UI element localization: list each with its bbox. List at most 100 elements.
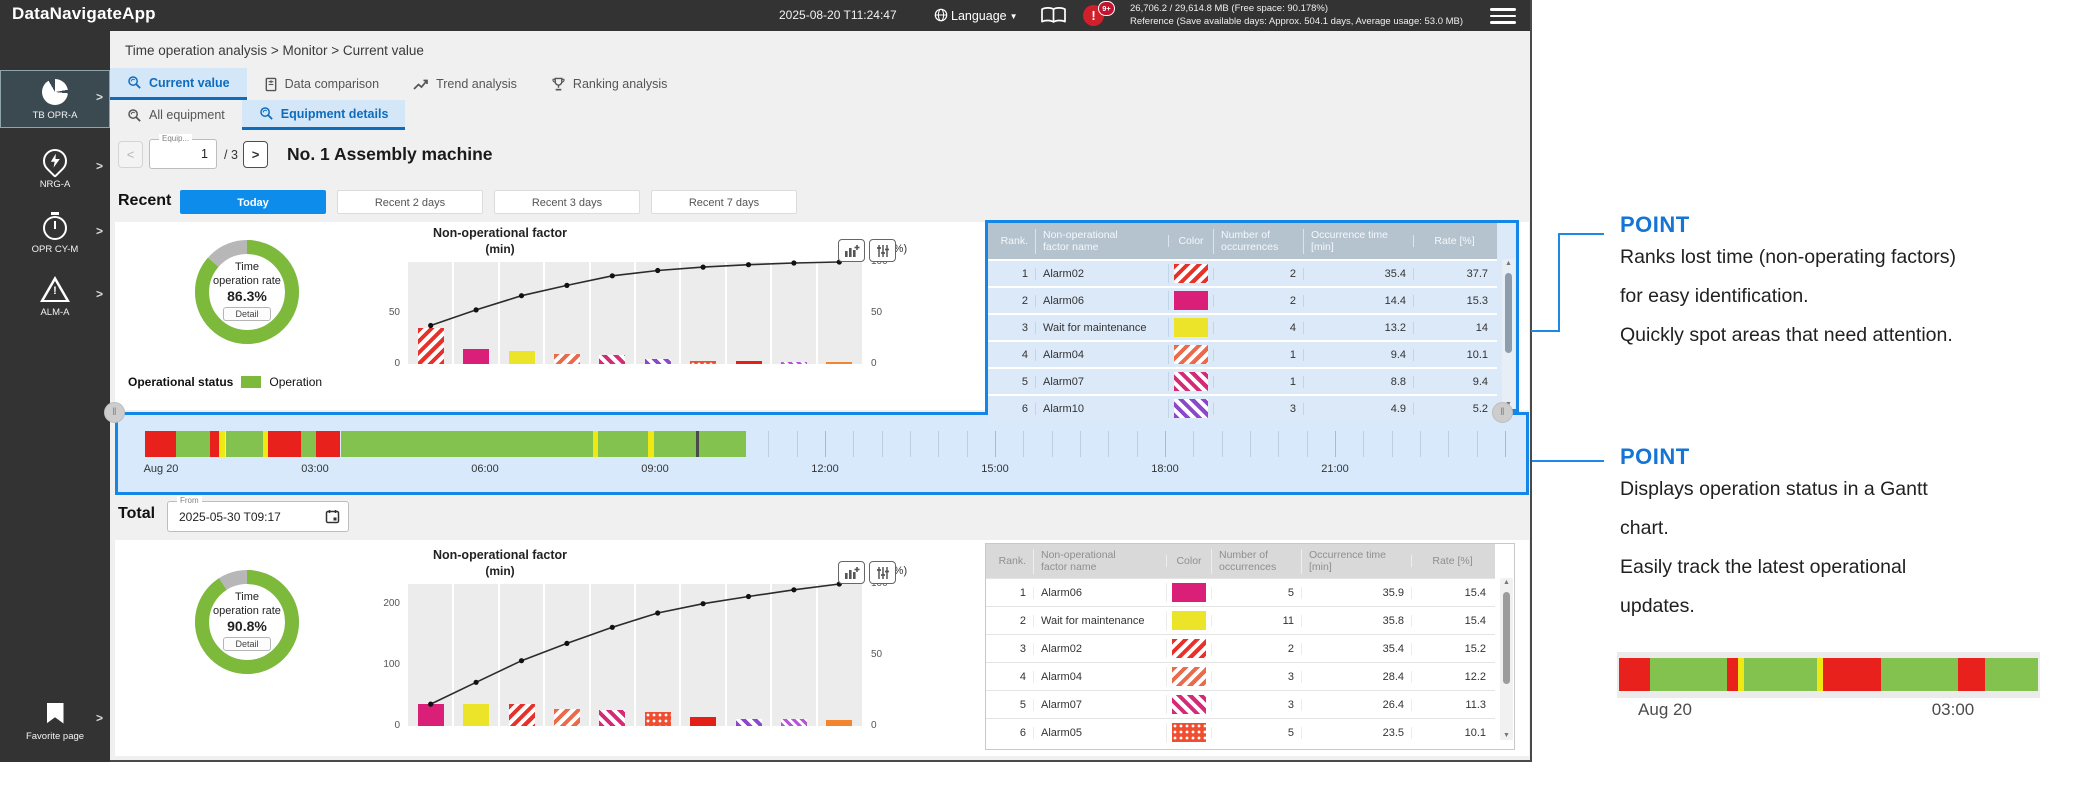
chevron-right-icon: > (96, 711, 103, 725)
equipment-next-button[interactable]: > (243, 141, 268, 168)
manual-book-icon[interactable] (1040, 6, 1067, 30)
table-scrollbar[interactable]: ▲ ▼ (1502, 259, 1515, 409)
range-button-today[interactable]: Today (180, 190, 326, 214)
gantt-segment-alarm[interactable] (268, 431, 301, 457)
hamburger-menu-icon[interactable] (1490, 8, 1516, 28)
notification-alert[interactable]: ! 9+ (1083, 4, 1121, 28)
search-icon (127, 108, 142, 123)
recent-table-row[interactable]: 2Alarm06214.415.3 (988, 286, 1497, 313)
add-chart-button[interactable] (838, 239, 865, 262)
sidebar-item-alm-a[interactable]: !ALM-A> (0, 267, 110, 325)
mini-gantt-segment-alarm (1727, 658, 1738, 691)
gantt-segment-op[interactable] (176, 431, 210, 457)
gantt-chart-panel[interactable]: Aug 2003:0006:0009:0012:0015:0018:0021:0… (115, 412, 1529, 495)
rank-cell: 2 (986, 615, 1033, 627)
calendar-icon[interactable] (325, 509, 340, 529)
scroll-thumb[interactable] (1503, 592, 1510, 684)
gantt-segment-alarm[interactable] (145, 431, 176, 457)
equipment-number-field[interactable]: Equip... 1 (149, 139, 217, 169)
scroll-down-icon[interactable]: ▼ (1500, 732, 1513, 739)
range-button-recent-2-days[interactable]: Recent 2 days (337, 190, 483, 214)
gantt-segment-op[interactable] (654, 431, 696, 457)
donut-line2: operation rate (187, 605, 307, 619)
gantt-segment-op[interactable] (301, 431, 316, 457)
tab-current-value[interactable]: Current value (110, 68, 247, 100)
recent-table-row[interactable]: 4Alarm0419.410.1 (988, 340, 1497, 367)
total-table-row[interactable]: 2Wait for maintenance1135.815.4 (986, 606, 1495, 634)
scroll-up-icon[interactable]: ▲ (1500, 579, 1513, 586)
range-button-recent-3-days[interactable]: Recent 3 days (494, 190, 640, 214)
gantt-segment-op[interactable] (226, 431, 263, 457)
occurrences-cell: 2 (1211, 643, 1301, 655)
occurrence-time-cell: 35.8 (1301, 615, 1411, 627)
equipment-prev-button[interactable]: < (118, 141, 143, 168)
gantt-tick-label: 21:00 (1300, 463, 1370, 475)
scroll-thumb[interactable] (1505, 273, 1512, 353)
gantt-right-handle[interactable]: ‖ (1492, 402, 1513, 423)
point1-title: POINT (1620, 212, 2090, 238)
recent-table-row[interactable]: 3Wait for maintenance413.214 (988, 313, 1497, 340)
recent-table-row[interactable]: 1Alarm02235.437.7 (988, 259, 1497, 286)
recent-table-row[interactable]: 5Alarm0718.89.4 (988, 367, 1497, 394)
detail-button[interactable]: Detail (223, 307, 270, 321)
mini-gantt-segment-op (1744, 658, 1817, 691)
gantt-segment-alarm[interactable] (210, 431, 219, 457)
energy-leaf-icon (0, 146, 110, 176)
total-pareto-left-tick: 0 (368, 720, 400, 731)
tab-ranking-analysis[interactable]: Ranking analysis (534, 68, 685, 100)
alert-count-badge: 9+ (1098, 1, 1115, 16)
sidebar-item-tb-opr-a[interactable]: TB OPR-A> (0, 70, 110, 128)
operation-color-swatch (241, 376, 261, 388)
color-cell (1166, 723, 1211, 742)
subtab-equipment-details[interactable]: Equipment details (242, 100, 406, 130)
factor-name-cell: Alarm10 (1035, 403, 1168, 415)
recent-donut-text: Time operation rate 86.3% Detail (187, 261, 307, 322)
sidebar-item-favorite-page[interactable]: Favorite page> (0, 691, 110, 749)
table-scrollbar[interactable]: ▲ ▼ (1500, 578, 1513, 740)
chart-unit-label: (min) (370, 241, 630, 257)
gantt-gridline (1392, 431, 1393, 457)
total-table-row[interactable]: 3Alarm02235.415.2 (986, 634, 1495, 662)
column-header: Occurrence time[min] (1303, 229, 1413, 254)
tab-data-comparison[interactable]: Data comparison (247, 68, 397, 100)
factor-color-swatch (1172, 639, 1206, 658)
subtab-all-equipment[interactable]: All equipment (110, 100, 242, 130)
language-menu[interactable]: Language ▼ (934, 6, 1018, 26)
gantt-gridline (1307, 431, 1308, 457)
gantt-left-handle[interactable]: ‖ (104, 402, 125, 423)
total-table-row[interactable]: 5Alarm07326.411.3 (986, 690, 1495, 718)
recent-table-row[interactable]: 6Alarm1034.95.2 (988, 394, 1497, 421)
recent-pareto-right-tick: 0 (871, 358, 901, 369)
factor-color-swatch (1174, 291, 1208, 310)
filter-sliders-button[interactable] (869, 239, 896, 262)
gantt-segment-op[interactable] (699, 431, 746, 457)
range-button-recent-7-days[interactable]: Recent 7 days (651, 190, 797, 214)
scroll-up-icon[interactable]: ▲ (1502, 260, 1515, 267)
occurrence-time-cell: 28.4 (1301, 671, 1411, 683)
from-date-field[interactable]: From 2025-05-30 T09:17 (167, 501, 349, 532)
sidebar-item-label: ALM-A (0, 307, 110, 318)
chart-title-line: Non-operational factor (370, 225, 630, 241)
detail-button[interactable]: Detail (223, 637, 270, 651)
add-chart-button[interactable] (838, 561, 865, 584)
gantt-segment-op[interactable] (341, 431, 593, 457)
gantt-segment-wait[interactable] (219, 431, 226, 457)
recent-table-header: Rank.Non-operationalfactor nameColorNumb… (988, 223, 1497, 259)
total-table-row[interactable]: 6Alarm05523.510.1 (986, 718, 1495, 746)
gantt-tick-label: 03:00 (280, 463, 350, 475)
recent-table-box: Rank.Non-operationalfactor nameColorNumb… (985, 220, 1519, 412)
from-field-value: 2025-05-30 T09:17 (179, 510, 281, 524)
point1-text: Ranks lost time (non-operating factors)f… (1620, 238, 2090, 355)
filter-sliders-button[interactable] (869, 561, 896, 584)
trend-line-icon (413, 78, 429, 91)
sidebar-item-opr-cy-m[interactable]: OPR CY-M> (0, 204, 110, 262)
total-table-row[interactable]: 4Alarm04328.412.2 (986, 662, 1495, 690)
gantt-segment-alarm[interactable] (316, 431, 340, 457)
gantt-gridline (1477, 431, 1478, 457)
gantt-segment-op[interactable] (598, 431, 648, 457)
factor-color-swatch (1174, 264, 1208, 283)
total-table-row[interactable]: 1Alarm06535.915.4 (986, 578, 1495, 606)
rate-cell: 14 (1413, 322, 1495, 334)
tab-trend-analysis[interactable]: Trend analysis (396, 68, 534, 100)
sidebar-item-nrg-a[interactable]: NRG-A> (0, 139, 110, 197)
